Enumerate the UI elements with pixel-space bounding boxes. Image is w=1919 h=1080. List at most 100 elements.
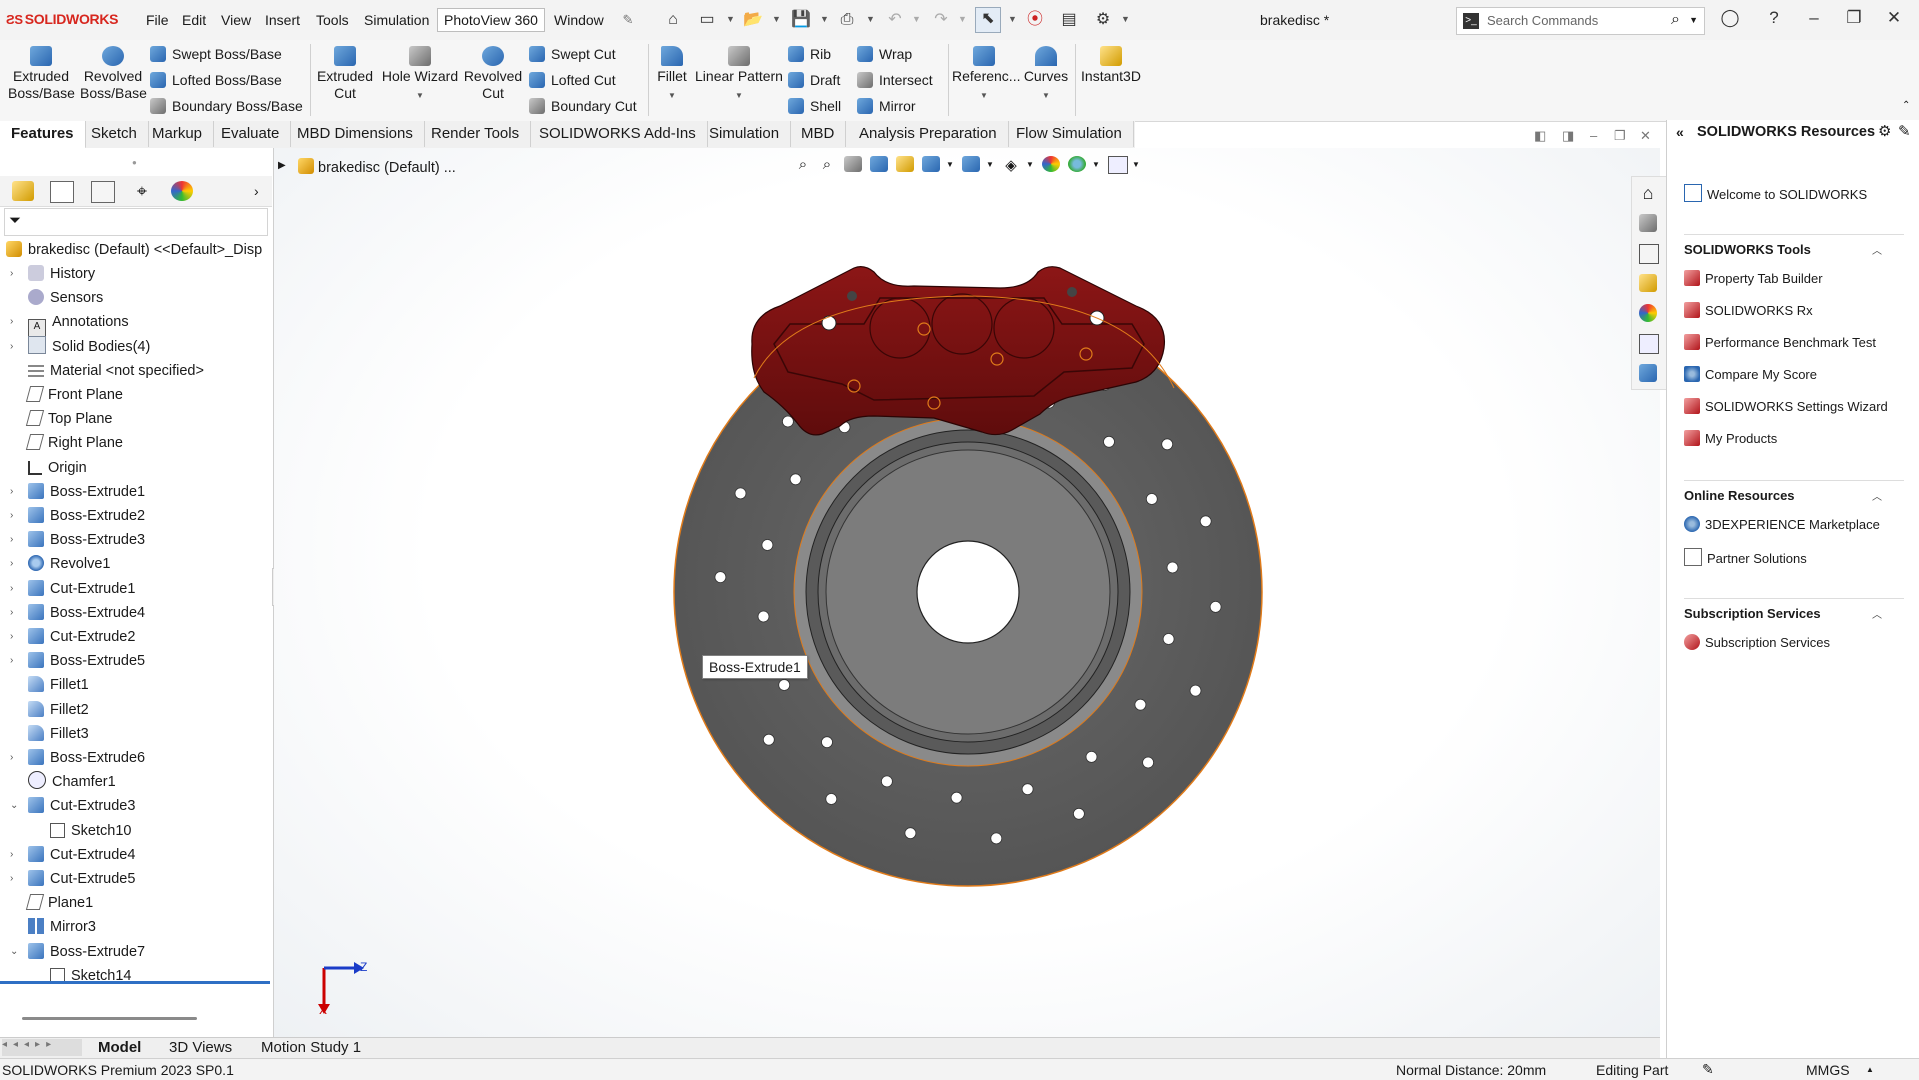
viewport-close-icon[interactable]: ✕ (1640, 128, 1651, 144)
online-3dexperience-marketplace[interactable]: 3DEXPERIENCE Marketplace (1684, 516, 1880, 532)
new-document-icon[interactable]: ▭ (696, 9, 718, 31)
task-pane-options-icon[interactable]: ⚙ (1878, 122, 1891, 140)
propertymanager-tab-icon[interactable] (50, 181, 74, 203)
online-partner-solutions[interactable]: Partner Solutions (1684, 548, 1807, 566)
options-gear-icon[interactable]: ⚙ (1092, 9, 1114, 31)
tree-item[interactable]: › Revolve1 (10, 552, 110, 576)
tree-item[interactable]: › Cut-Extrude4 (10, 843, 135, 867)
tool-my-products[interactable]: My Products (1684, 430, 1777, 446)
collapse-subscription-icon[interactable]: ︿ (1872, 606, 1882, 621)
search-dropdown-icon[interactable]: ▼ (1689, 15, 1698, 25)
welcome-link[interactable]: Welcome to SOLIDWORKS (1684, 184, 1867, 202)
tree-item[interactable]: › Boss-Extrude6 (10, 746, 145, 770)
open-folder-icon[interactable]: 📂 (742, 9, 764, 31)
tab-motion-study-1[interactable]: Motion Study 1 (261, 1039, 361, 1056)
tree-item[interactable]: Sketch10 (50, 819, 131, 843)
fillet-button[interactable]: Fillet ▼ (652, 46, 692, 104)
tree-expand-toggle-icon[interactable]: › (10, 649, 13, 673)
tree-expand-toggle-icon[interactable]: ⌄ (10, 940, 18, 964)
menu-insert[interactable]: Insert (265, 12, 300, 28)
task-pane-pin-icon[interactable]: ✎ (1898, 122, 1911, 140)
configurationmanager-tab-icon[interactable] (91, 181, 115, 203)
tree-expand-toggle-icon[interactable]: › (10, 577, 13, 601)
rib-button[interactable]: Rib (788, 46, 831, 62)
search-commands[interactable]: >_ Search Commands ⌕ ▼ (1456, 7, 1705, 35)
tab-mbd[interactable]: MBD (790, 121, 847, 147)
account-icon[interactable]: ◯ (1718, 8, 1742, 28)
horizontal-scrollbar[interactable] (22, 1017, 197, 1020)
unit-system-dropdown-icon[interactable]: ▲ (1866, 1065, 1874, 1074)
file-explorer-tab-icon[interactable] (1639, 244, 1659, 264)
collapse-online-icon[interactable]: ︿ (1872, 488, 1882, 503)
model-view[interactable] (274, 148, 1660, 1037)
tree-item[interactable]: › Boss-Extrude1 (10, 480, 145, 504)
swept-cut-button[interactable]: Swept Cut (529, 46, 616, 62)
search-icon[interactable]: ⌕ (1671, 11, 1680, 29)
forum-tab-icon[interactable] (1639, 364, 1657, 382)
open-dropdown-icon[interactable]: ▼ (772, 14, 781, 24)
tree-expand-toggle-icon[interactable]: › (10, 552, 13, 576)
boundary-cut-button[interactable]: Boundary Cut (529, 98, 637, 114)
pin-icon[interactable]: ✎ (617, 9, 639, 31)
tab-markup[interactable]: Markup (141, 121, 215, 147)
swept-boss-button[interactable]: Swept Boss/Base (150, 46, 282, 62)
select-dropdown-icon[interactable]: ▼ (1008, 14, 1017, 24)
tree-expand-toggle-icon[interactable]: › (10, 310, 13, 334)
tree-root[interactable]: brakedisc (Default) <<Default>_Disp (6, 238, 262, 262)
hole-wizard-button[interactable]: Hole Wizard ▼ (380, 46, 460, 104)
tree-item[interactable]: Material <not specified> (28, 359, 204, 383)
intersect-button[interactable]: Intersect (857, 72, 933, 88)
menu-simulation[interactable]: Simulation (364, 12, 429, 28)
hole-wizard-dropdown-icon[interactable]: ▼ (416, 91, 424, 100)
linear-pattern-dropdown-icon[interactable]: ▼ (735, 91, 743, 100)
viewport-restore-icon[interactable]: ❐ (1614, 128, 1626, 144)
curves-dropdown-icon[interactable]: ▼ (1042, 91, 1050, 100)
tree-filter-input[interactable]: ⏷ (4, 208, 268, 236)
redo-icon[interactable]: ↷ (930, 9, 952, 31)
file-properties-icon[interactable]: ▤ (1058, 9, 1080, 31)
tab-sketch[interactable]: Sketch (80, 121, 149, 147)
solidworks-resources-tab-icon[interactable]: ⌂ (1639, 184, 1657, 202)
displaymanager-tab-icon[interactable] (171, 181, 193, 201)
extruded-boss-button[interactable]: Extruded Boss/Base (8, 46, 75, 102)
tab-analysis-preparation[interactable]: Analysis Preparation (848, 121, 1009, 147)
tool-solidworks-rx[interactable]: SOLIDWORKS Rx (1684, 302, 1813, 318)
tree-item[interactable]: › Cut-Extrude1 (10, 577, 135, 601)
menu-tools[interactable]: Tools (316, 12, 349, 28)
draft-button[interactable]: Draft (788, 72, 840, 88)
tree-expand-toggle-icon[interactable]: ⌄ (10, 794, 18, 818)
expand-tabs-chevron-icon[interactable]: › (254, 183, 259, 199)
viewport-minimize-icon[interactable]: – (1590, 128, 1597, 143)
save-icon[interactable]: 💾 (790, 9, 812, 31)
lofted-boss-button[interactable]: Lofted Boss/Base (150, 72, 282, 88)
select-cursor-icon[interactable]: ⬉ (975, 7, 1001, 33)
reference-dropdown-icon[interactable]: ▼ (980, 91, 988, 100)
help-icon[interactable]: ? (1762, 8, 1786, 28)
print-dropdown-icon[interactable]: ▼ (866, 14, 875, 24)
tab-mbd-dimensions[interactable]: MBD Dimensions (286, 121, 425, 147)
tool-property-tab-builder[interactable]: Property Tab Builder (1684, 270, 1823, 286)
menu-file[interactable]: File (146, 12, 169, 28)
view-palette-tab-icon[interactable] (1639, 274, 1657, 292)
fillet-dropdown-icon[interactable]: ▼ (668, 91, 676, 100)
lofted-cut-button[interactable]: Lofted Cut (529, 72, 616, 88)
tree-item[interactable]: ⌄ Boss-Extrude7 (10, 940, 145, 964)
print-icon[interactable]: ⎙ (836, 9, 858, 31)
tree-item[interactable]: › Boss-Extrude5 (10, 649, 145, 673)
menu-view[interactable]: View (221, 12, 251, 28)
menu-photoview360[interactable]: PhotoView 360 (437, 8, 545, 32)
revolved-boss-button[interactable]: Revolved Boss/Base (80, 46, 147, 102)
tree-expand-toggle-icon[interactable]: › (10, 528, 13, 552)
boundary-boss-button[interactable]: Boundary Boss/Base (150, 98, 303, 114)
tool-settings-wizard[interactable]: SOLIDWORKS Settings Wizard (1684, 398, 1888, 414)
revolved-cut-button[interactable]: Revolved Cut (462, 46, 524, 102)
tree-expand-toggle-icon[interactable]: › (10, 480, 13, 504)
tree-item[interactable]: › History (10, 262, 95, 286)
tab-model[interactable]: Model (98, 1039, 141, 1056)
panel-splitter-handle[interactable]: ● (132, 158, 137, 167)
tree-expand-toggle-icon[interactable]: › (10, 746, 13, 770)
collapse-tools-icon[interactable]: ︿ (1872, 242, 1882, 257)
tool-compare-my-score[interactable]: Compare My Score (1684, 366, 1817, 382)
tab-features[interactable]: Features (0, 121, 86, 149)
mirror-button[interactable]: Mirror (857, 98, 916, 114)
